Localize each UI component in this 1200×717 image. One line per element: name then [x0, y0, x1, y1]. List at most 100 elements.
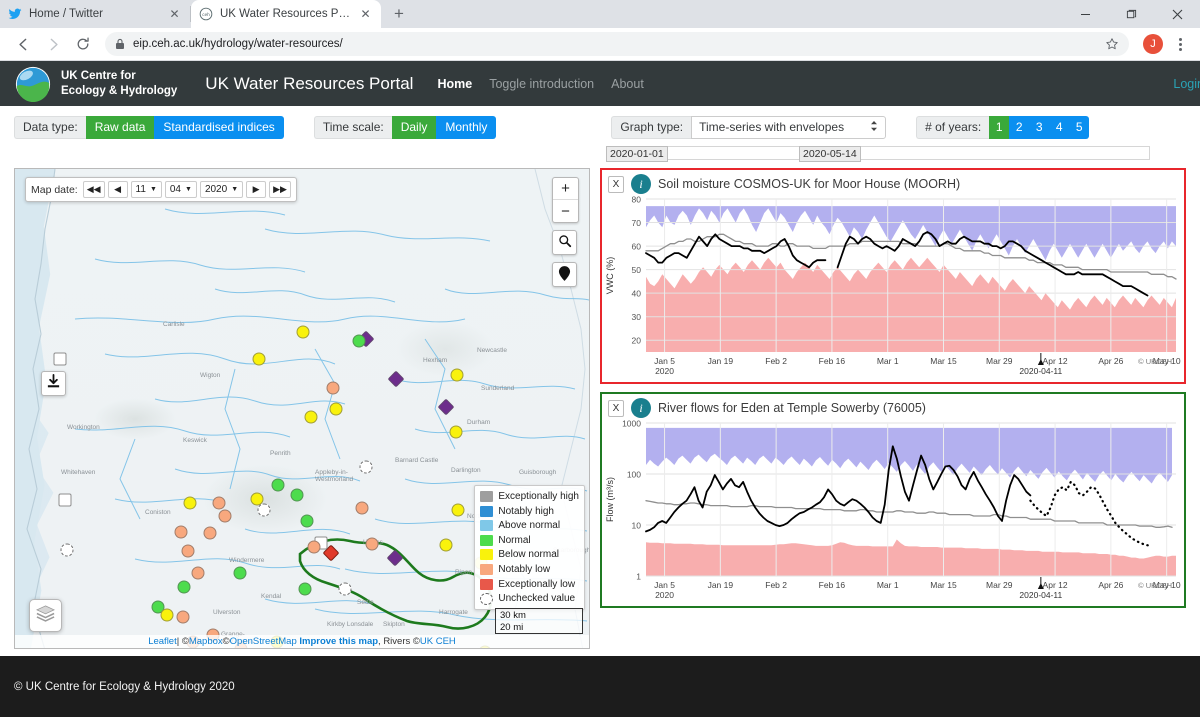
map-marker-notably-low[interactable] [174, 525, 188, 539]
map-date-control[interactable]: Map date: ◀◀ ◀ 11 ▼ 04 ▼ 2020 ▼ ▶ ▶▶ [25, 177, 297, 202]
map-marker-normal[interactable] [233, 566, 247, 580]
forward-button[interactable] [39, 30, 67, 58]
map-marker-below-normal[interactable] [252, 352, 266, 366]
chart-info-button[interactable]: i [631, 174, 651, 194]
attribution-improve-link[interactable]: Improve this map [299, 636, 378, 647]
map-marker-below-normal[interactable] [304, 410, 318, 424]
map-marker-unchecked[interactable] [359, 460, 373, 474]
map-marker-unchecked[interactable] [257, 503, 271, 517]
map-marker-notably-low[interactable] [218, 509, 232, 523]
tab-close-icon[interactable]: ✕ [167, 7, 182, 22]
time-slider-end-handle[interactable]: 2020-05-14 [799, 146, 861, 162]
time-slider-start-handle[interactable]: 2020-01-01 [606, 146, 668, 162]
map-marker-normal[interactable] [177, 580, 191, 594]
attribution-osm-link[interactable]: OpenStreetMap [230, 636, 297, 647]
browser-tab-ukwrp[interactable]: ceh UK Water Resources Portal ✕ [191, 0, 381, 28]
map-date-first-button[interactable]: ◀◀ [82, 181, 105, 198]
map-marker-below-normal[interactable] [160, 608, 174, 622]
map-marker-normal[interactable] [271, 478, 285, 492]
nav-link-toggle-introduction[interactable]: Toggle introduction [489, 77, 594, 91]
map-date-day-select[interactable]: 11 ▼ [130, 181, 162, 198]
num-years-2-button[interactable]: 2 [1009, 115, 1030, 139]
map-marker-notably-low[interactable] [365, 537, 379, 551]
new-tab-button[interactable]: + [385, 0, 413, 28]
map-zoom-in-button[interactable]: + [553, 178, 578, 200]
map-marker-below-normal[interactable] [250, 492, 264, 506]
num-years-1-button[interactable]: 1 [989, 115, 1010, 139]
map-marker-normal[interactable] [352, 334, 366, 348]
map-marker-below-normal[interactable] [183, 496, 197, 510]
nav-link-home[interactable]: Home [437, 77, 472, 91]
num-years-4-button[interactable]: 4 [1049, 115, 1070, 139]
map-marker-unchecked[interactable] [338, 582, 352, 596]
map-marker-notably-low[interactable] [355, 501, 369, 515]
browser-menu-button[interactable] [1169, 37, 1191, 51]
brand[interactable]: UK Centre for Ecology & Hydrology [14, 65, 177, 103]
attribution-leaflet-link[interactable]: Leaflet [148, 636, 177, 647]
map-marker-notably-low[interactable] [307, 540, 321, 554]
chart-close-button[interactable]: X [608, 175, 624, 193]
map-marker-unchecked[interactable] [53, 352, 67, 366]
time-scale-daily-button[interactable]: Daily [391, 115, 437, 139]
graph-type-select[interactable]: Time-series with envelopes [691, 115, 887, 139]
map-marker-below-normal[interactable] [449, 425, 463, 439]
map-marker-normal[interactable] [290, 488, 304, 502]
minimize-button[interactable] [1062, 0, 1108, 28]
map-marker-below-normal[interactable] [296, 325, 310, 339]
maximize-button[interactable] [1108, 0, 1154, 28]
browser-tab-twitter[interactable]: Home / Twitter ✕ [0, 0, 190, 28]
time-slider-track[interactable]: 2020-01-01 2020-05-14 [606, 146, 1150, 162]
chart-panel-soil-moisture[interactable]: X i Soil moisture COSMOS-UK for Moor Hou… [600, 168, 1186, 384]
map-layers-button[interactable] [29, 599, 62, 632]
profile-avatar[interactable]: J [1143, 34, 1163, 54]
data-type-raw-data-button[interactable]: Raw data [85, 115, 155, 139]
num-years-5-button[interactable]: 5 [1069, 115, 1090, 139]
data-type-standardised-indices-button[interactable]: Standardised indices [154, 115, 284, 139]
login-link[interactable]: Login [1173, 77, 1200, 91]
map-date-next-button[interactable]: ▶ [246, 181, 267, 198]
map-marker-below-normal[interactable] [450, 368, 464, 382]
map-marker-notably-low[interactable] [212, 496, 226, 510]
map-date-year-select[interactable]: 2020 ▼ [199, 181, 244, 198]
legend-swatch [480, 534, 494, 546]
map-marker-normal[interactable] [300, 514, 314, 528]
bookmark-star-icon[interactable] [1105, 37, 1119, 51]
map-marker-notably-low[interactable] [203, 526, 217, 540]
nav-link-about[interactable]: About [611, 77, 644, 91]
time-range-slider[interactable]: 2020-01-01 2020-05-14 [0, 142, 1200, 164]
back-button[interactable] [9, 30, 37, 58]
num-years-3-button[interactable]: 3 [1029, 115, 1050, 139]
svg-text:Jan 19: Jan 19 [708, 356, 734, 366]
map-date-month-select[interactable]: 04 ▼ [164, 181, 197, 198]
chart-close-button[interactable]: X [608, 399, 624, 417]
map-marker-notably-low[interactable] [191, 566, 205, 580]
chart-info-button[interactable]: i [631, 398, 651, 418]
map-zoom-out-button[interactable]: − [553, 200, 578, 222]
map-panel[interactable]: Carlisle Wigton Keswick Workington White… [14, 168, 590, 649]
map-marker-below-normal[interactable] [451, 503, 465, 517]
address-bar[interactable]: eip.ceh.ac.uk/hydrology/water-resources/ [105, 32, 1129, 56]
attribution-mapbox-link[interactable]: Mapbox [189, 636, 223, 647]
map-marker-notably-low[interactable] [326, 381, 340, 395]
reload-button[interactable] [69, 30, 97, 58]
map-marker-notably-low[interactable] [181, 544, 195, 558]
map-marker-normal[interactable] [298, 582, 312, 596]
map-date-prev-button[interactable]: ◀ [107, 181, 128, 198]
map-date-box[interactable]: Map date: ◀◀ ◀ 11 ▼ 04 ▼ 2020 ▼ ▶ ▶▶ [25, 177, 297, 202]
close-button[interactable] [1154, 0, 1200, 28]
map-marker-unchecked[interactable] [60, 543, 74, 557]
attribution-ukceh-link[interactable]: UK CEH [420, 636, 456, 647]
chart-panel-river-flows[interactable]: X i River flows for Eden at Temple Sower… [600, 392, 1186, 608]
svg-text:Mar 15: Mar 15 [930, 356, 957, 366]
map-marker-below-normal[interactable] [329, 402, 343, 416]
map-place-label: Harrogate [439, 609, 468, 616]
map-locate-button[interactable] [552, 262, 577, 287]
map-marker-unchecked[interactable] [58, 493, 72, 507]
map-marker-below-normal[interactable] [439, 538, 453, 552]
time-scale-monthly-button[interactable]: Monthly [436, 115, 497, 139]
map-marker-notably-low[interactable] [176, 610, 190, 624]
tab-close-icon[interactable]: ✕ [358, 7, 373, 22]
map-date-last-button[interactable]: ▶▶ [269, 181, 291, 198]
map-download-button[interactable] [41, 371, 66, 396]
map-search-button[interactable] [552, 230, 577, 255]
